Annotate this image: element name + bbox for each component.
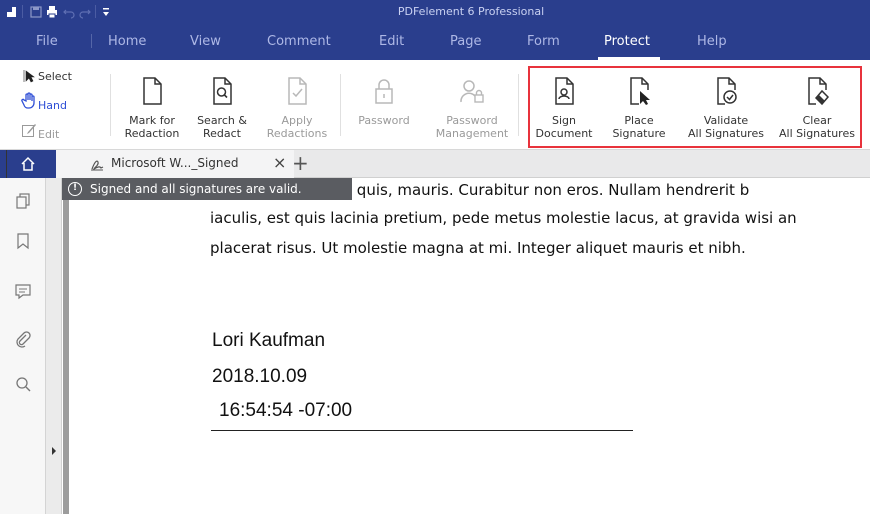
menu-home[interactable]: Home bbox=[108, 34, 146, 49]
document-page: aget, egestas quis, mauris. Curabitur no… bbox=[69, 178, 870, 514]
signature-time: 16:54:54 -07:00 bbox=[219, 400, 353, 421]
ribbon-separator bbox=[340, 74, 341, 136]
menu-separator bbox=[91, 34, 92, 48]
mode-hand-label: Hand bbox=[38, 99, 67, 112]
attachment-icon[interactable] bbox=[14, 330, 32, 348]
apply-redactions-label-2: Redactions bbox=[266, 127, 328, 140]
menu-edit[interactable]: Edit bbox=[379, 34, 404, 49]
search-redact-label-2: Redact bbox=[202, 127, 241, 140]
menu-form[interactable]: Form bbox=[527, 34, 560, 49]
password-management-icon bbox=[460, 80, 484, 103]
lock-icon bbox=[375, 79, 393, 104]
ribbon-separator bbox=[518, 74, 519, 136]
password-button[interactable]: Password bbox=[348, 66, 420, 146]
mark-for-redaction-button[interactable]: Mark for Redaction bbox=[117, 66, 187, 146]
signature-status-banner: ! Signed and all signatures are valid. bbox=[62, 178, 352, 200]
menu-view[interactable]: View bbox=[190, 34, 221, 49]
signature-date: 2018.10.09 bbox=[212, 366, 308, 387]
cursor-icon bbox=[23, 70, 35, 83]
apply-redactions-button[interactable]: Apply Redactions bbox=[262, 66, 332, 146]
password-management-button[interactable]: Password Management bbox=[433, 66, 511, 146]
search-redact-button[interactable]: Search & Redact bbox=[189, 66, 255, 146]
ribbon-separator bbox=[110, 74, 111, 136]
search-redact-icon bbox=[213, 77, 232, 105]
tab-close-icon[interactable]: × bbox=[273, 153, 286, 172]
password-management-label-2: Management bbox=[435, 127, 509, 140]
signature-status-text: Signed and all signatures are valid. bbox=[90, 182, 302, 196]
menu-page[interactable]: Page bbox=[450, 34, 481, 49]
comment-icon[interactable] bbox=[14, 282, 32, 300]
mark-redaction-label-1: Mark for bbox=[129, 114, 175, 127]
menu-comment[interactable]: Comment bbox=[267, 34, 331, 49]
mode-select-label: Select bbox=[38, 70, 72, 83]
signer-name: Lori Kaufman bbox=[212, 330, 326, 351]
document-tab[interactable]: Microsoft W..._Signed × bbox=[56, 150, 294, 178]
home-icon bbox=[21, 156, 35, 171]
apply-redactions-label-1: Apply bbox=[281, 114, 313, 127]
left-sidebar bbox=[0, 178, 46, 514]
window-title: PDFelement 6 Professional bbox=[397, 5, 545, 18]
expand-arrow-icon[interactable] bbox=[52, 447, 56, 455]
document-tab-title: Microsoft W..._Signed bbox=[111, 156, 239, 170]
title-bar: PDFelement 6 Professional bbox=[0, 0, 870, 24]
password-label-1: Password bbox=[358, 114, 410, 127]
signature-line bbox=[211, 430, 633, 431]
search-redact-label-1: Search & bbox=[197, 114, 247, 127]
search-icon[interactable] bbox=[14, 375, 32, 393]
sidebar-collapse-strip[interactable] bbox=[46, 178, 62, 514]
document-line-2: iaculis, est quis lacinia pretium, pede … bbox=[210, 209, 797, 227]
thumbnails-icon[interactable] bbox=[14, 192, 32, 210]
mark-redaction-label-2: Redaction bbox=[124, 127, 180, 140]
document-line-3: placerat risus. Ut molestie magna at mi.… bbox=[210, 239, 746, 257]
mark-redaction-icon bbox=[143, 77, 162, 105]
info-icon: ! bbox=[68, 182, 82, 196]
menu-protect[interactable]: Protect bbox=[604, 34, 650, 49]
document-tab-bar: Microsoft W..._Signed × + bbox=[0, 150, 870, 178]
bookmark-icon[interactable] bbox=[14, 232, 32, 250]
menu-bar: File Home View Comment Edit Page Form Pr… bbox=[0, 24, 870, 60]
menu-help[interactable]: Help bbox=[697, 34, 727, 49]
home-tab[interactable] bbox=[0, 150, 56, 178]
mode-edit-label: Edit bbox=[38, 128, 60, 141]
new-tab-icon[interactable]: + bbox=[292, 151, 309, 175]
edit-icon bbox=[22, 124, 36, 137]
signature-tools-highlight bbox=[528, 66, 862, 148]
menu-file[interactable]: File bbox=[36, 34, 58, 49]
hand-icon bbox=[21, 92, 35, 109]
apply-redactions-icon bbox=[288, 77, 307, 105]
password-management-label-1: Password bbox=[446, 114, 498, 127]
signed-document-icon bbox=[91, 160, 104, 171]
